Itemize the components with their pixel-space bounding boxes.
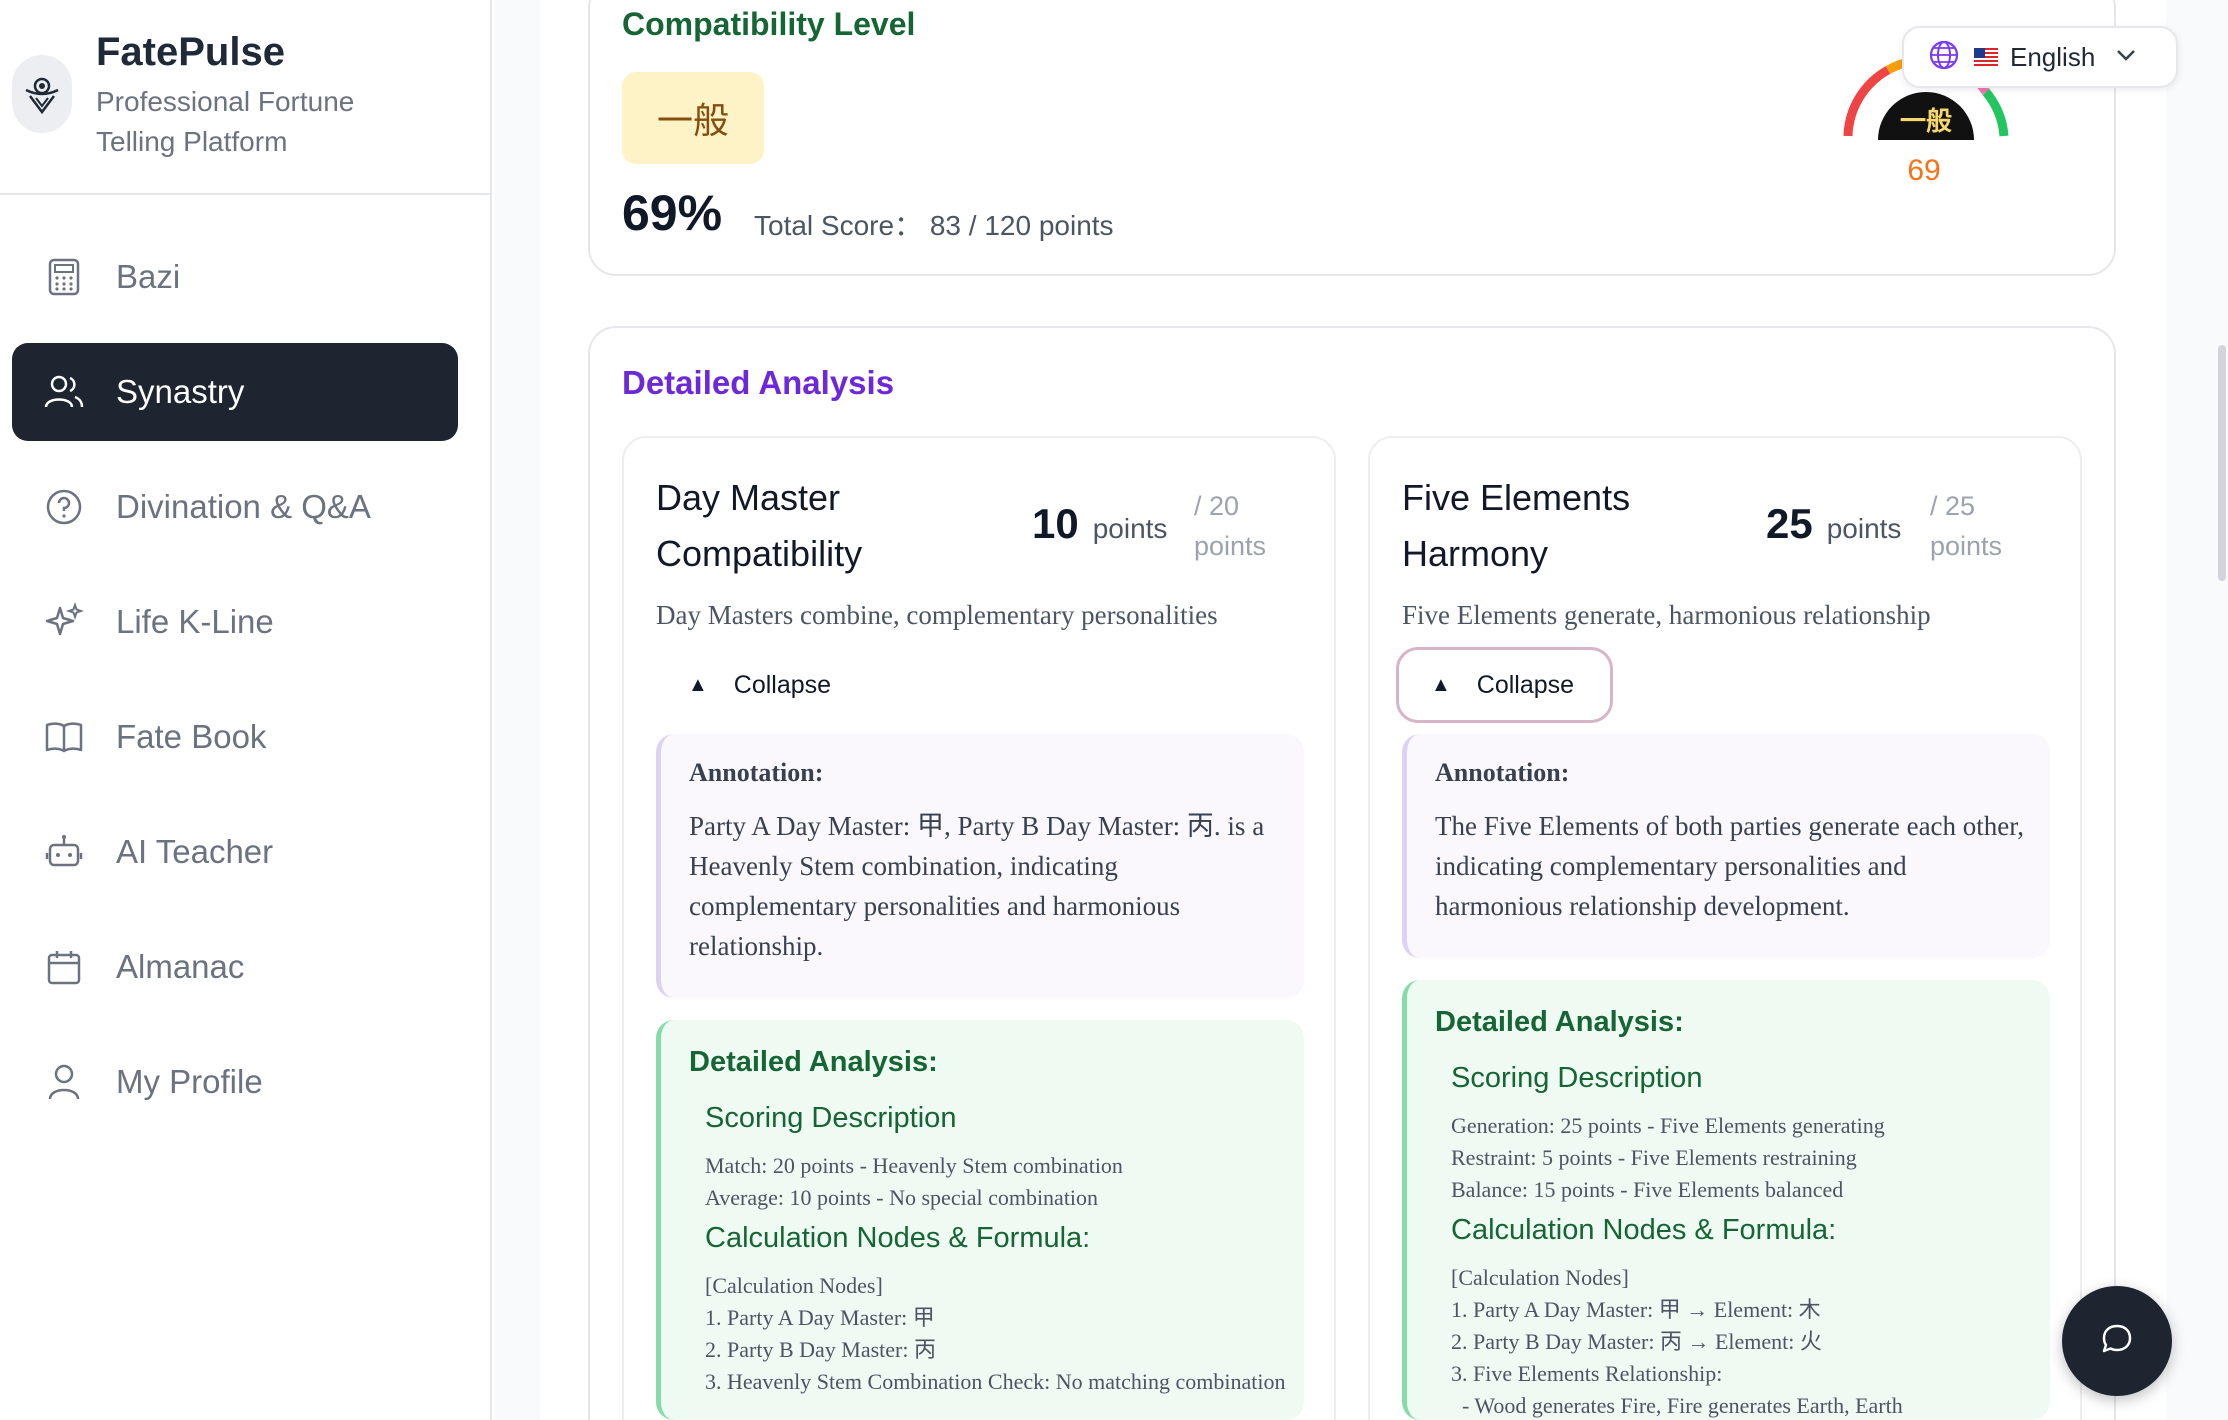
sidebar-item-label: Bazi bbox=[116, 258, 181, 295]
scoring-line: Average: 10 points - No special combinat… bbox=[705, 1185, 1099, 1210]
robot-icon bbox=[44, 832, 84, 872]
collapse-label: Collapse bbox=[733, 670, 832, 699]
sidebar-item-almanac[interactable]: Almanac bbox=[12, 918, 458, 1016]
calc-line: 2. Party B Day Master: 丙 bbox=[705, 1337, 936, 1362]
total-score: Total Score： 83 / 120 points bbox=[754, 210, 1114, 241]
chevron-down-icon bbox=[2115, 48, 2137, 67]
chat-bubble-icon bbox=[2099, 1321, 2135, 1362]
calculation-lines: [Calculation Nodes] 1. Party A Day Maste… bbox=[1451, 1262, 2041, 1420]
detailed-analysis-box: Detailed Analysis: Scoring Description G… bbox=[1402, 980, 2050, 1420]
scoring-line: Restraint: 5 points - Five Elements rest… bbox=[1451, 1145, 1857, 1170]
annotation-heading: Annotation: bbox=[1435, 758, 1570, 787]
sidebar-item-my-profile[interactable]: My Profile bbox=[12, 1033, 458, 1131]
scoring-description-title: Scoring Description bbox=[1451, 1062, 1703, 1094]
compatibility-level-badge: 一般 bbox=[622, 72, 764, 164]
points-value: 25 bbox=[1766, 500, 1813, 547]
points-unit: points bbox=[1092, 513, 1168, 544]
points-max: / 25 points bbox=[1930, 491, 2003, 561]
sidebar-item-life-k-line[interactable]: Life K-Line bbox=[12, 573, 458, 671]
analysis-heading: Detailed Analysis: bbox=[1435, 1006, 1684, 1038]
brand-logo-icon bbox=[12, 55, 72, 133]
calculation-lines: [Calculation Nodes] 1. Party A Day Maste… bbox=[705, 1270, 1295, 1398]
sidebar-item-label: AI Teacher bbox=[116, 833, 274, 870]
book-icon bbox=[44, 717, 84, 757]
sidebar: FatePulse Professional Fortune Telling P… bbox=[0, 0, 492, 1420]
chat-button[interactable] bbox=[2062, 1286, 2172, 1396]
gauge-arc-high bbox=[1982, 89, 2009, 137]
sidebar-item-divination[interactable]: Divination & Q&A bbox=[12, 458, 458, 556]
score-card-points: 25 points bbox=[1766, 500, 1901, 548]
annotation-heading: Annotation: bbox=[689, 758, 824, 787]
sidebar-item-label: Divination & Q&A bbox=[116, 488, 371, 525]
calendar-icon bbox=[44, 947, 84, 987]
detailed-analysis-box: Detailed Analysis: Scoring Description M… bbox=[656, 1020, 1304, 1420]
score-card-description: Day Masters combine, complementary perso… bbox=[656, 600, 1218, 630]
triangle-up-icon: ▲ bbox=[1431, 673, 1451, 696]
points-unit: points bbox=[1826, 513, 1902, 544]
scrollbar-thumb[interactable] bbox=[2218, 345, 2226, 581]
calc-line: 1. Party A Day Master: 甲 bbox=[705, 1305, 935, 1330]
sidebar-item-fate-book[interactable]: Fate Book bbox=[12, 688, 458, 786]
collapse-button[interactable]: ▲ Collapse bbox=[1396, 647, 1614, 723]
scoring-line: Generation: 25 points - Five Elements ge… bbox=[1451, 1113, 1885, 1138]
score-card-title: Five Elements Harmony bbox=[1402, 477, 1631, 574]
brand-name: FatePulse bbox=[96, 30, 285, 74]
sparkles-icon bbox=[44, 602, 84, 642]
points-value: 10 bbox=[1032, 500, 1079, 547]
scoring-description-title: Scoring Description bbox=[705, 1102, 957, 1134]
sidebar-item-label: My Profile bbox=[116, 1063, 263, 1100]
calculation-title: Calculation Nodes & Formula: bbox=[1451, 1214, 1837, 1246]
gauge-label: 一般 bbox=[1900, 107, 1952, 137]
user-icon bbox=[44, 1062, 84, 1102]
calc-line: 3. Five Elements Relationship: bbox=[1451, 1361, 1723, 1386]
calc-line: 2. Party B Day Master: 丙 → Element: 火 bbox=[1451, 1329, 1822, 1354]
collapse-label: Collapse bbox=[1476, 670, 1575, 699]
scoring-line: Match: 20 points - Heavenly Stem combina… bbox=[705, 1153, 1123, 1178]
sidebar-item-label: Synastry bbox=[116, 373, 245, 410]
sidebar-item-synastry[interactable]: Synastry bbox=[12, 343, 458, 441]
score-card-description: Five Elements generate, harmonious relat… bbox=[1402, 600, 1931, 630]
compatibility-title: Compatibility Level bbox=[622, 6, 916, 42]
detailed-analysis-title: Detailed Analysis bbox=[622, 364, 895, 401]
scoring-line: Balance: 15 points - Five Elements balan… bbox=[1451, 1177, 1844, 1202]
compatibility-percent: 69% bbox=[622, 185, 723, 241]
score-card-title: Day Master Compatibility bbox=[656, 477, 863, 574]
triangle-up-icon: ▲ bbox=[688, 673, 708, 696]
scoring-lines: Generation: 25 points - Five Elements ge… bbox=[1451, 1110, 2041, 1206]
language-selector[interactable]: English bbox=[1902, 26, 2178, 88]
calc-line: [Calculation Nodes] bbox=[705, 1273, 883, 1298]
globe-icon bbox=[1928, 39, 1960, 76]
calc-line: 1. Party A Day Master: 甲 → Element: 木 bbox=[1451, 1297, 1821, 1322]
language-label: English bbox=[2010, 41, 2096, 72]
annotation-text: The Five Elements of both parties genera… bbox=[1435, 811, 2024, 921]
calculator-icon bbox=[44, 257, 84, 297]
collapse-button[interactable]: ▲ Collapse bbox=[656, 647, 867, 723]
calculation-title: Calculation Nodes & Formula: bbox=[705, 1222, 1091, 1254]
annotation-box: Annotation: The Five Elements of both pa… bbox=[1402, 734, 2050, 958]
calc-line: [Calculation Nodes] bbox=[1451, 1265, 1629, 1290]
sidebar-item-label: Almanac bbox=[116, 948, 245, 985]
users-icon bbox=[44, 372, 84, 412]
points-max: / 20 points bbox=[1194, 491, 1267, 561]
scoring-lines: Match: 20 points - Heavenly Stem combina… bbox=[705, 1150, 1295, 1214]
calc-line: 3. Heavenly Stem Combination Check: No m… bbox=[705, 1369, 1286, 1394]
score-card-points: 10 points bbox=[1032, 500, 1167, 548]
sidebar-item-label: Fate Book bbox=[116, 718, 267, 755]
calc-line: - Wood generates Fire, Fire generates Ea… bbox=[1451, 1393, 1903, 1418]
annotation-box: Annotation: Party A Day Master: 甲, Party… bbox=[656, 734, 1304, 998]
us-flag-icon bbox=[1974, 48, 1998, 66]
question-circle-icon bbox=[44, 487, 84, 527]
sidebar-item-bazi[interactable]: Bazi bbox=[12, 228, 458, 326]
brand-header: FatePulse Professional Fortune Telling P… bbox=[0, 0, 490, 195]
brand-subtitle: Professional Fortune Telling Platform bbox=[96, 86, 355, 157]
sidebar-item-label: Life K-Line bbox=[116, 603, 274, 640]
gauge-value: 69 bbox=[1907, 154, 1940, 187]
sidebar-item-ai-teacher[interactable]: AI Teacher bbox=[12, 803, 458, 901]
analysis-heading: Detailed Analysis: bbox=[689, 1046, 938, 1078]
annotation-text: Party A Day Master: 甲, Party B Day Maste… bbox=[689, 811, 1265, 961]
